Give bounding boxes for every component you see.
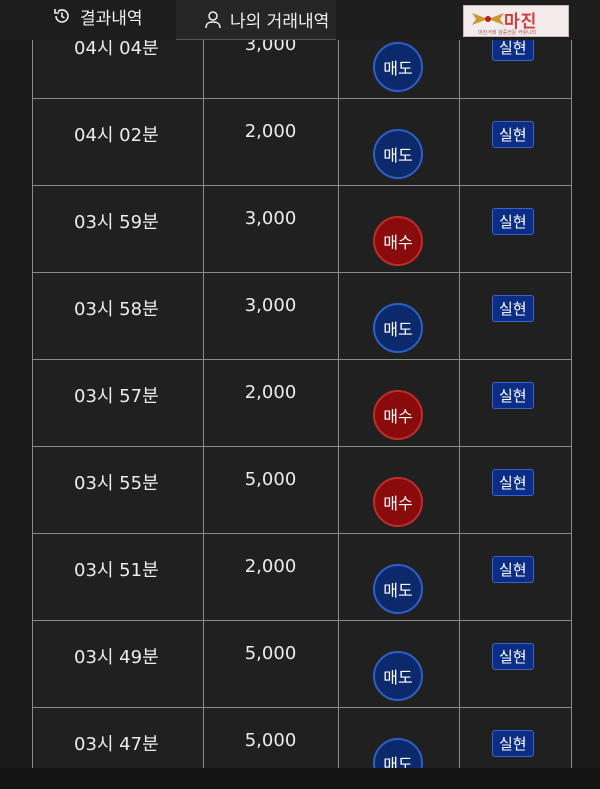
time-cell: 03시 51분 [33, 534, 204, 620]
trade-history-table: 04시 04분 3,000 매도 실현 04시 02분 2,000 매도 실현 03시 59분 3… [0, 40, 600, 789]
trade-time: 03시 57분 [74, 386, 159, 407]
table-row: 03시 59분 3,000 매수 실현 [33, 186, 571, 273]
table-row: 03시 55분 5,000 매수 실현 [33, 447, 571, 534]
status-cell: 실현 [459, 99, 571, 185]
wings-icon [472, 13, 504, 25]
status-cell: 실현 [459, 186, 571, 272]
table-row: 03시 57분 2,000 매수 실현 [33, 360, 571, 447]
type-cell: 매수 [338, 447, 460, 533]
trade-type-badge: 매도 [373, 651, 423, 701]
trade-grid: 04시 04분 3,000 매도 실현 04시 02분 2,000 매도 실현 03시 59분 3… [32, 40, 572, 789]
tab-results-label: 결과내역 [80, 8, 143, 29]
user-icon [204, 10, 222, 30]
trade-type-badge: 매도 [373, 129, 423, 179]
trade-amount: 2,000 [244, 382, 297, 403]
status-badge: 실현 [492, 730, 534, 757]
time-cell: 04시 04분 [33, 40, 204, 98]
trade-type-badge: 매도 [373, 564, 423, 614]
trade-amount: 3,000 [244, 40, 297, 55]
trade-type-badge: 매수 [373, 216, 423, 266]
trade-time: 03시 51분 [74, 560, 159, 581]
table-row: 03시 49분 5,000 매도 실현 [33, 621, 571, 708]
trade-amount: 5,000 [244, 643, 297, 664]
table-row: 03시 58분 3,000 매도 실현 [33, 273, 571, 360]
trade-time: 03시 58분 [74, 299, 159, 320]
amount-cell: 3,000 [203, 40, 339, 98]
trade-time: 03시 55분 [74, 473, 159, 494]
amount-cell: 2,000 [203, 534, 339, 620]
type-cell: 매도 [338, 40, 460, 98]
logo-subtext: 마진거래 검증전문 커뮤니티 [478, 30, 537, 36]
bottom-bar [0, 768, 600, 789]
status-cell: 실현 [459, 534, 571, 620]
amount-cell: 3,000 [203, 186, 339, 272]
type-cell: 매도 [338, 534, 460, 620]
trade-amount: 5,000 [244, 730, 297, 751]
time-cell: 03시 59분 [33, 186, 204, 272]
trade-amount: 5,000 [244, 469, 297, 490]
amount-cell: 2,000 [203, 99, 339, 185]
tab-my-trades-label: 나의 거래내역 [230, 12, 330, 32]
amount-cell: 5,000 [203, 447, 339, 533]
status-badge: 실현 [492, 40, 534, 61]
status-badge: 실현 [492, 295, 534, 322]
type-cell: 매도 [338, 621, 460, 707]
trade-time: 04시 02분 [74, 125, 159, 146]
time-cell: 03시 55분 [33, 447, 204, 533]
time-cell: 03시 57분 [33, 360, 204, 446]
trade-type-badge: 매수 [373, 390, 423, 440]
time-cell: 03시 58분 [33, 273, 204, 359]
history-icon [52, 6, 72, 26]
amount-cell: 2,000 [203, 360, 339, 446]
trade-type-badge: 매수 [373, 477, 423, 527]
amount-cell: 3,000 [203, 273, 339, 359]
status-badge: 실현 [492, 208, 534, 235]
status-badge: 실현 [492, 121, 534, 148]
trade-time: 03시 49분 [74, 647, 159, 668]
trade-amount: 3,000 [244, 208, 297, 229]
trade-time: 03시 59분 [74, 212, 159, 233]
status-cell: 실현 [459, 447, 571, 533]
status-cell: 실현 [459, 273, 571, 359]
type-cell: 매수 [338, 360, 460, 446]
time-cell: 04시 02분 [33, 99, 204, 185]
trade-amount: 2,000 [244, 556, 297, 577]
site-logo: 마진 마진거래 검증전문 커뮤니티 [463, 5, 569, 37]
time-cell: 03시 49분 [33, 621, 204, 707]
trade-amount: 3,000 [244, 295, 297, 316]
status-cell: 실현 [459, 360, 571, 446]
trade-time: 04시 04분 [74, 40, 159, 59]
table-row: 04시 02분 2,000 매도 실현 [33, 99, 571, 186]
type-cell: 매수 [338, 186, 460, 272]
table-row: 03시 51분 2,000 매도 실현 [33, 534, 571, 621]
status-cell: 실현 [459, 621, 571, 707]
status-cell: 실현 [459, 40, 571, 98]
tab-bar: 결과내역 나의 거래내역 마진 마진거래 검증전문 커뮤니티 [0, 0, 600, 40]
amount-cell: 5,000 [203, 621, 339, 707]
type-cell: 매도 [338, 99, 460, 185]
trade-time: 03시 47분 [74, 734, 159, 755]
trade-amount: 2,000 [244, 121, 297, 142]
tab-my-trades[interactable]: 나의 거래내역 [176, 0, 336, 40]
status-badge: 실현 [492, 382, 534, 409]
tab-results[interactable]: 결과내역 [52, 0, 143, 32]
trade-type-badge: 매도 [373, 303, 423, 353]
type-cell: 매도 [338, 273, 460, 359]
status-badge: 실현 [492, 556, 534, 583]
table-row: 04시 04분 3,000 매도 실현 [33, 40, 571, 99]
trade-type-badge: 매도 [373, 42, 423, 92]
status-badge: 실현 [492, 643, 534, 670]
status-badge: 실현 [492, 469, 534, 496]
